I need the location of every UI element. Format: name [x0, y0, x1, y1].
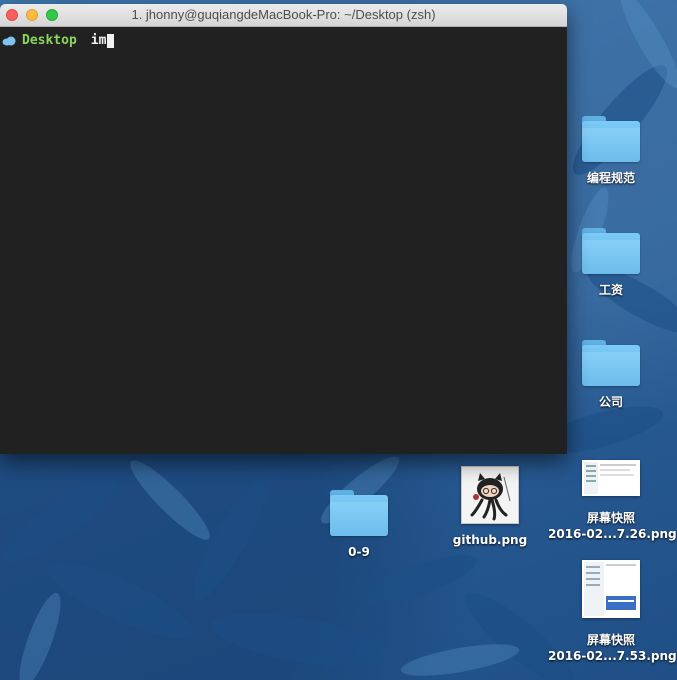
folder-icon-bianchengguifan[interactable]: 编程规范 [566, 116, 656, 186]
file-label-line2: 2016-02...7.53.png [548, 649, 677, 663]
folder-icon-gongsi[interactable]: 公司 [566, 340, 656, 410]
file-screenshot-1[interactable]: 屏幕快照 2016-02...7.26.png [548, 460, 677, 542]
folder-icon [582, 228, 640, 274]
file-label-line1: 屏幕快照 [586, 633, 635, 647]
folder-icon [582, 116, 640, 162]
screenshot-thumbnail [582, 560, 640, 618]
folder-icon [582, 340, 640, 386]
octocat-icon [462, 467, 518, 523]
screenshot-thumbnail [582, 460, 640, 496]
folder-label: 编程规范 [586, 171, 635, 185]
cloud-icon [2, 36, 16, 45]
folder-icon-0-9[interactable]: 0-9 [314, 490, 404, 560]
text-cursor [107, 33, 115, 48]
file-github-png[interactable]: github.png [444, 466, 536, 548]
file-label-line1: 屏幕快照 [586, 511, 635, 525]
folder-label: 工资 [598, 283, 623, 297]
image-thumbnail [461, 466, 519, 524]
terminal-window[interactable]: 1. jhonny@guqiangdeMacBook-Pro: ~/Deskto… [0, 4, 567, 454]
command-input[interactable]: im [91, 33, 107, 48]
folder-icon-gongzi[interactable]: 工资 [566, 228, 656, 298]
file-label: github.png [452, 533, 528, 547]
folder-label: 公司 [598, 395, 623, 409]
window-title: 1. jhonny@guqiangdeMacBook-Pro: ~/Deskto… [131, 7, 436, 22]
folder-label: 0-9 [348, 545, 370, 559]
terminal-prompt-line[interactable]: Desktop im [0, 27, 567, 49]
folder-icon [330, 490, 388, 536]
file-label-line2: 2016-02...7.26.png [548, 527, 677, 541]
title-bar[interactable]: 1. jhonny@guqiangdeMacBook-Pro: ~/Deskto… [0, 4, 567, 27]
prompt-directory: Desktop [22, 33, 77, 48]
file-screenshot-2[interactable]: 屏幕快照 2016-02...7.53.png [548, 560, 677, 664]
